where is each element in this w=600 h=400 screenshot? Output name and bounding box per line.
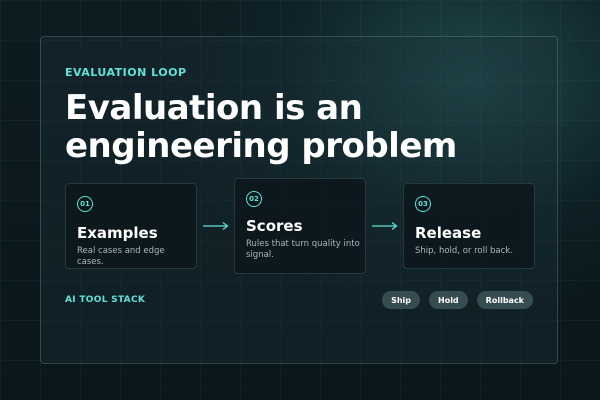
step-card-examples: 01 Examples Real cases and edge cases.: [65, 183, 197, 269]
arrow-right-icon: [372, 222, 398, 230]
eyebrow-label: EVALUATION LOOP: [65, 66, 187, 79]
slide-card: EVALUATION LOOP Evaluation is an enginee…: [40, 36, 558, 364]
step-card-scores: 02 Scores Rules that turn quality into s…: [234, 178, 366, 274]
step-description: Ship, hold, or roll back.: [415, 246, 513, 256]
hold-pill[interactable]: Hold: [429, 291, 468, 309]
step-number-badge: 02: [246, 191, 262, 207]
step-title: Examples: [77, 224, 158, 242]
step-title: Scores: [246, 217, 303, 235]
arrow-right-icon: [203, 222, 229, 230]
step-number-badge: 03: [415, 196, 431, 212]
step-description: Rules that turn quality into signal.: [246, 239, 360, 260]
action-pills: Ship Hold Rollback: [382, 291, 533, 309]
page-title: Evaluation is an engineering problem: [65, 88, 457, 166]
step-card-release: 03 Release Ship, hold, or roll back.: [403, 183, 535, 269]
rollback-pill[interactable]: Rollback: [476, 291, 533, 309]
step-title: Release: [415, 224, 482, 242]
step-number-badge: 01: [77, 196, 93, 212]
ship-pill[interactable]: Ship: [382, 291, 420, 309]
step-description: Real cases and edge cases.: [77, 246, 165, 267]
stack-label: AI TOOL STACK: [65, 295, 146, 305]
